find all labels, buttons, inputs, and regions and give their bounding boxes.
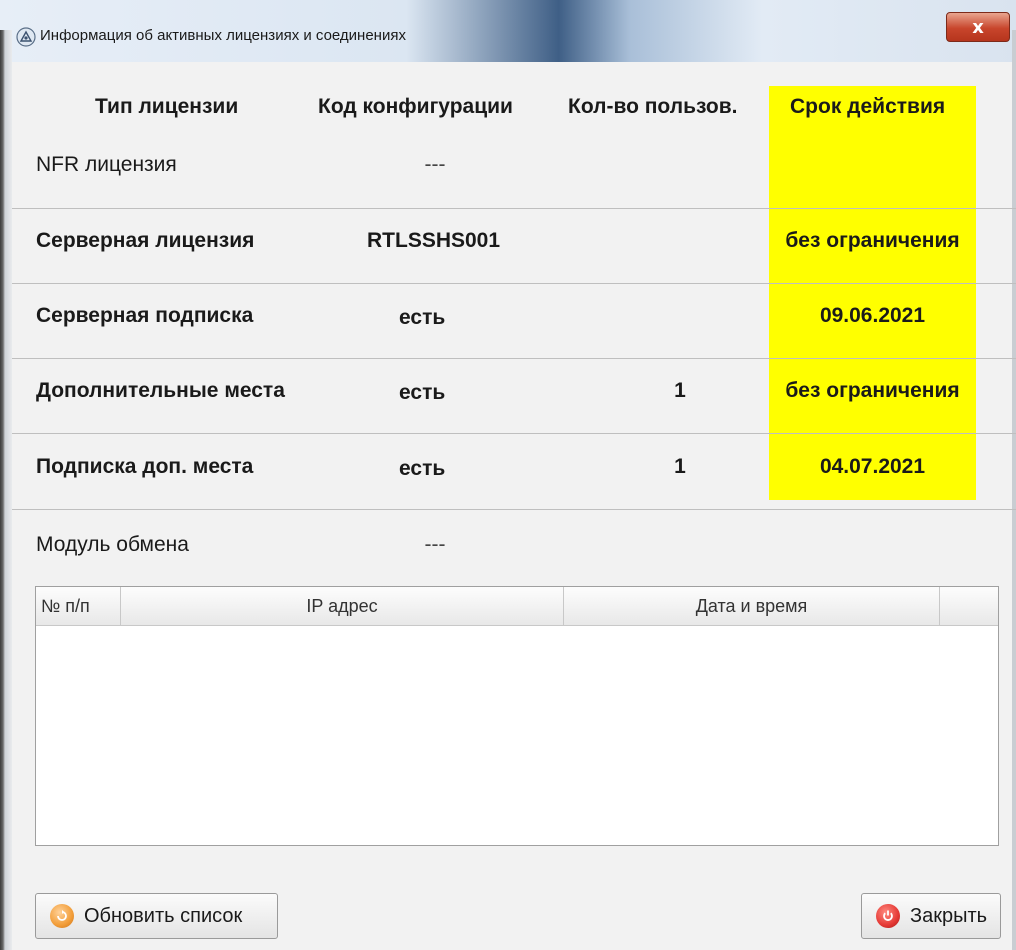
window-close-button[interactable]: x — [946, 12, 1010, 42]
connections-grid-header: № п/п IP адрес Дата и время — [36, 587, 998, 626]
refresh-icon — [50, 904, 74, 928]
app-icon — [16, 27, 36, 47]
header-validity: Срок действия — [790, 95, 946, 118]
validity-cell: без ограничения — [785, 229, 960, 252]
row-separator — [12, 509, 1016, 510]
close-button[interactable]: Закрыть — [861, 893, 1001, 939]
column-header-extra[interactable] — [940, 587, 998, 625]
connections-grid[interactable]: № п/п IP адрес Дата и время — [35, 586, 999, 846]
power-icon — [876, 904, 900, 928]
config-code-cell: есть — [399, 457, 446, 480]
exchange-module-value: --- — [424, 533, 446, 556]
row-separator — [12, 433, 1016, 434]
config-code-cell: есть — [399, 306, 446, 329]
close-icon: x — [972, 16, 984, 38]
license-type-cell: Дополнительные места — [36, 379, 285, 402]
window-title: Информация об активных лицензиях и соеди… — [40, 27, 406, 44]
column-header-datetime[interactable]: Дата и время — [564, 587, 940, 625]
config-code-cell: RTLSSHS001 — [367, 229, 501, 252]
column-header-number[interactable]: № п/п — [36, 587, 121, 625]
header-user-count: Кол-во пользов. — [568, 95, 738, 118]
validity-cell: без ограничения — [785, 379, 960, 402]
header-license-type: Тип лицензии — [95, 95, 239, 118]
validity-column-highlight — [769, 86, 976, 500]
exchange-module-label: Модуль обмена — [36, 533, 189, 556]
header-config-code: Код конфигурации — [318, 95, 513, 118]
row-separator — [12, 283, 1016, 284]
user-count-cell: 1 — [674, 455, 686, 478]
column-header-ip-address[interactable]: IP адрес — [121, 587, 564, 625]
validity-cell: 09.06.2021 — [819, 304, 926, 327]
config-code-cell: --- — [424, 153, 446, 176]
license-type-cell: Серверная лицензия — [36, 229, 255, 252]
license-type-cell: NFR лицензия — [36, 153, 177, 176]
license-type-cell: Серверная подписка — [36, 304, 254, 327]
license-type-cell: Подписка доп. места — [36, 455, 254, 478]
refresh-button-label: Обновить список — [84, 904, 243, 927]
row-separator — [12, 358, 1016, 359]
user-count-cell: 1 — [674, 379, 686, 402]
title-bar[interactable]: Информация об активных лицензиях и соеди… — [0, 0, 1016, 63]
close-button-label: Закрыть — [910, 904, 988, 927]
window-right-border — [1012, 30, 1016, 950]
license-info-window: Информация об активных лицензиях и соеди… — [0, 0, 1016, 950]
window-left-border — [0, 30, 12, 950]
refresh-list-button[interactable]: Обновить список — [35, 893, 278, 939]
row-separator — [12, 208, 1016, 209]
config-code-cell: есть — [399, 381, 446, 404]
validity-cell: 04.07.2021 — [819, 455, 926, 478]
